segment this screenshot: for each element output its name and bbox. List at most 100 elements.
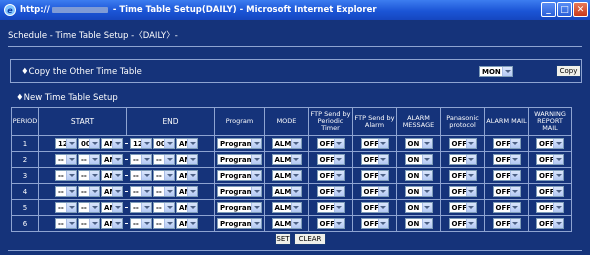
start-hour-select[interactable]: -- <box>55 154 77 165</box>
start-ampm-select[interactable]: AM <box>101 202 123 213</box>
ftp-alarm-select[interactable]: OFF <box>360 138 389 149</box>
start-hour-select[interactable]: 12 <box>55 138 77 149</box>
end-hour-select[interactable]: -- <box>130 218 152 229</box>
alarm-message-select[interactable]: ON <box>404 218 433 229</box>
minimize-icon: _ <box>546 4 551 15</box>
ftp-alarm-select[interactable]: OFF <box>360 202 389 213</box>
mode-select[interactable]: ALM <box>271 218 302 229</box>
program-select[interactable]: Program1 <box>217 138 262 149</box>
end-hour-select[interactable]: 12 <box>130 138 152 149</box>
end-ampm-select[interactable]: AM <box>176 218 198 229</box>
end-ampm-select[interactable]: AM <box>176 138 198 149</box>
warning-mail-select[interactable]: OFF <box>536 202 564 213</box>
alarm-mail-select[interactable]: OFF <box>492 186 521 197</box>
mode-select-value: ALM <box>274 203 292 212</box>
start-hour-select[interactable]: -- <box>55 186 77 197</box>
warning-mail-select[interactable]: OFF <box>536 154 564 165</box>
chevron-down-icon <box>89 203 99 212</box>
ftp-timer-select[interactable]: OFF <box>316 218 345 229</box>
mode-select[interactable]: ALM <box>271 186 302 197</box>
end-minute-select[interactable]: -- <box>153 218 175 229</box>
start-ampm-select[interactable]: AM <box>101 138 123 149</box>
panasonic-select[interactable]: OFF <box>448 202 477 213</box>
warning-mail-select[interactable]: OFF <box>536 218 564 229</box>
ftp-timer-select[interactable]: OFF <box>316 138 345 149</box>
panasonic-select[interactable]: OFF <box>448 186 477 197</box>
maximize-button[interactable]: □ <box>557 2 572 17</box>
end-ampm-select[interactable]: AM <box>176 154 198 165</box>
chevron-down-icon <box>465 187 476 196</box>
alarm-mail-select[interactable]: OFF <box>492 154 521 165</box>
close-button[interactable]: ✕ <box>573 2 588 17</box>
end-hour-select[interactable]: -- <box>130 154 152 165</box>
start-hour-select[interactable]: -- <box>55 218 77 229</box>
alarm-message-select[interactable]: ON <box>404 154 433 165</box>
end-minute-select[interactable]: 00 <box>153 138 175 149</box>
ftp-timer-select[interactable]: OFF <box>316 186 345 197</box>
end-hour-select[interactable]: -- <box>130 186 152 197</box>
start-minute-select[interactable]: -- <box>78 202 100 213</box>
end-ampm-select[interactable]: AM <box>176 170 198 181</box>
start-ampm-select[interactable]: AM <box>101 170 123 181</box>
mode-select[interactable]: ALM <box>271 170 302 181</box>
start-minute-select[interactable]: -- <box>78 170 100 181</box>
alarm-message-select[interactable]: ON <box>404 186 433 197</box>
panasonic-select[interactable]: OFF <box>448 170 477 181</box>
start-ampm-select[interactable]: AM <box>101 186 123 197</box>
program-select[interactable]: Program1 <box>217 186 262 197</box>
program-select[interactable]: Program1 <box>217 218 262 229</box>
ftp-timer-select[interactable]: OFF <box>316 202 345 213</box>
end-hour-select[interactable]: -- <box>130 170 152 181</box>
panasonic-select[interactable]: OFF <box>448 138 477 149</box>
minimize-button[interactable]: _ <box>541 2 556 17</box>
end-minute-select[interactable]: -- <box>153 154 175 165</box>
alarm-mail-select[interactable]: OFF <box>492 218 521 229</box>
start-ampm-select[interactable]: AM <box>101 154 123 165</box>
warning-mail-select[interactable]: OFF <box>536 186 564 197</box>
alarm-message-select-value: ON <box>407 155 420 164</box>
ftp-alarm-select[interactable]: OFF <box>360 218 389 229</box>
chevron-down-icon <box>290 187 301 196</box>
alarm-message-select[interactable]: ON <box>404 138 433 149</box>
end-minute-select[interactable]: -- <box>153 202 175 213</box>
end-minute-select[interactable]: -- <box>153 170 175 181</box>
start-ampm-select[interactable]: AM <box>101 218 123 229</box>
program-select[interactable]: Program1 <box>217 154 262 165</box>
ftp-alarm-cell: OFF <box>352 167 397 184</box>
warning-mail-select[interactable]: OFF <box>536 170 564 181</box>
program-select[interactable]: Program1 <box>217 170 262 181</box>
panasonic-select[interactable]: OFF <box>448 218 477 229</box>
start-hour-select[interactable]: -- <box>55 170 77 181</box>
start-minute-select[interactable]: -- <box>78 186 100 197</box>
mode-select[interactable]: ALM <box>271 202 302 213</box>
alarm-mail-select[interactable]: OFF <box>492 138 521 149</box>
mode-select[interactable]: ALM <box>271 138 302 149</box>
copy-button[interactable]: Copy <box>556 65 581 77</box>
chevron-down-icon <box>290 155 301 164</box>
chevron-down-icon <box>89 187 99 196</box>
end-ampm-select[interactable]: AM <box>176 186 198 197</box>
end-hour-select[interactable]: -- <box>130 202 152 213</box>
ftp-alarm-select[interactable]: OFF <box>360 170 389 181</box>
alarm-mail-select[interactable]: OFF <box>492 202 521 213</box>
clear-button[interactable]: CLEAR <box>294 233 326 245</box>
mode-select[interactable]: ALM <box>271 154 302 165</box>
day-select[interactable]: MON <box>479 66 513 77</box>
start-minute-select[interactable]: 00 <box>78 138 100 149</box>
alarm-message-select[interactable]: ON <box>404 202 433 213</box>
start-minute-select[interactable]: -- <box>78 218 100 229</box>
end-minute-select[interactable]: -- <box>153 186 175 197</box>
start-hour-select[interactable]: -- <box>55 202 77 213</box>
alarm-message-select[interactable]: ON <box>404 170 433 181</box>
ftp-alarm-select[interactable]: OFF <box>360 186 389 197</box>
end-ampm-select[interactable]: AM <box>176 202 198 213</box>
ftp-timer-select[interactable]: OFF <box>316 170 345 181</box>
ftp-timer-select[interactable]: OFF <box>316 154 345 165</box>
program-select[interactable]: Program1 <box>217 202 262 213</box>
panasonic-select[interactable]: OFF <box>448 154 477 165</box>
ftp-alarm-select[interactable]: OFF <box>360 154 389 165</box>
set-button[interactable]: SET <box>275 233 291 245</box>
start-minute-select[interactable]: -- <box>78 154 100 165</box>
warning-mail-select[interactable]: OFF <box>536 138 564 149</box>
alarm-mail-select[interactable]: OFF <box>492 170 521 181</box>
